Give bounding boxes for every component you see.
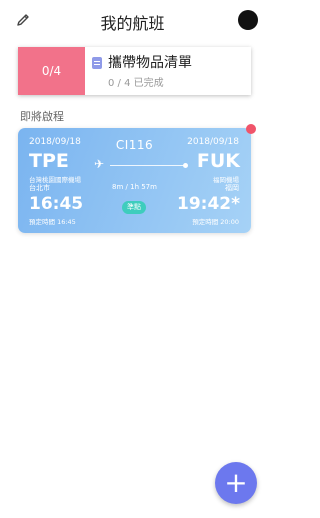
arrival-city: 福岡 <box>225 184 239 192</box>
checklist-subtitle: 0 / 4 已完成 <box>108 78 164 89</box>
page-title: 我的航班 <box>100 14 165 33</box>
arrival-date: 2018/09/18 <box>187 137 239 147</box>
clipboard-icon <box>92 57 102 69</box>
section-heading-upcoming: 即將啟程 <box>20 110 64 123</box>
checklist-progress: 0/4 <box>18 47 85 95</box>
avatar-icon[interactable] <box>238 10 258 30</box>
departure-time: 16:45 <box>29 194 84 214</box>
departure-scheduled-time: 預定時間 16:45 <box>29 218 76 226</box>
status-badge: 準點 <box>122 201 146 214</box>
route-end-dot <box>183 163 188 168</box>
checklist-title: 攜帶物品清單 <box>108 55 192 71</box>
arrival-code: FUK <box>196 150 240 172</box>
packing-checklist-card[interactable]: 0/4 攜帶物品清單 0 / 4 已完成 <box>18 47 251 95</box>
route-line <box>110 165 184 166</box>
flight-card[interactable]: 2018/09/18 CI116 2018/09/18 TPE ✈ FUK 台灣… <box>18 128 251 233</box>
add-flight-button[interactable]: + <box>215 462 257 504</box>
arrival-scheduled-time: 預定時間 20:00 <box>192 218 239 226</box>
flight-duration: 8m / 1h 57m <box>112 183 157 191</box>
airplane-icon: ✈ <box>94 157 105 171</box>
notification-dot <box>246 124 256 134</box>
arrival-time: 19:42* <box>176 194 240 214</box>
checklist-progress-text: 0/4 <box>41 64 62 78</box>
departure-code: TPE <box>29 150 69 172</box>
app-header: 我的航班 <box>0 0 265 44</box>
